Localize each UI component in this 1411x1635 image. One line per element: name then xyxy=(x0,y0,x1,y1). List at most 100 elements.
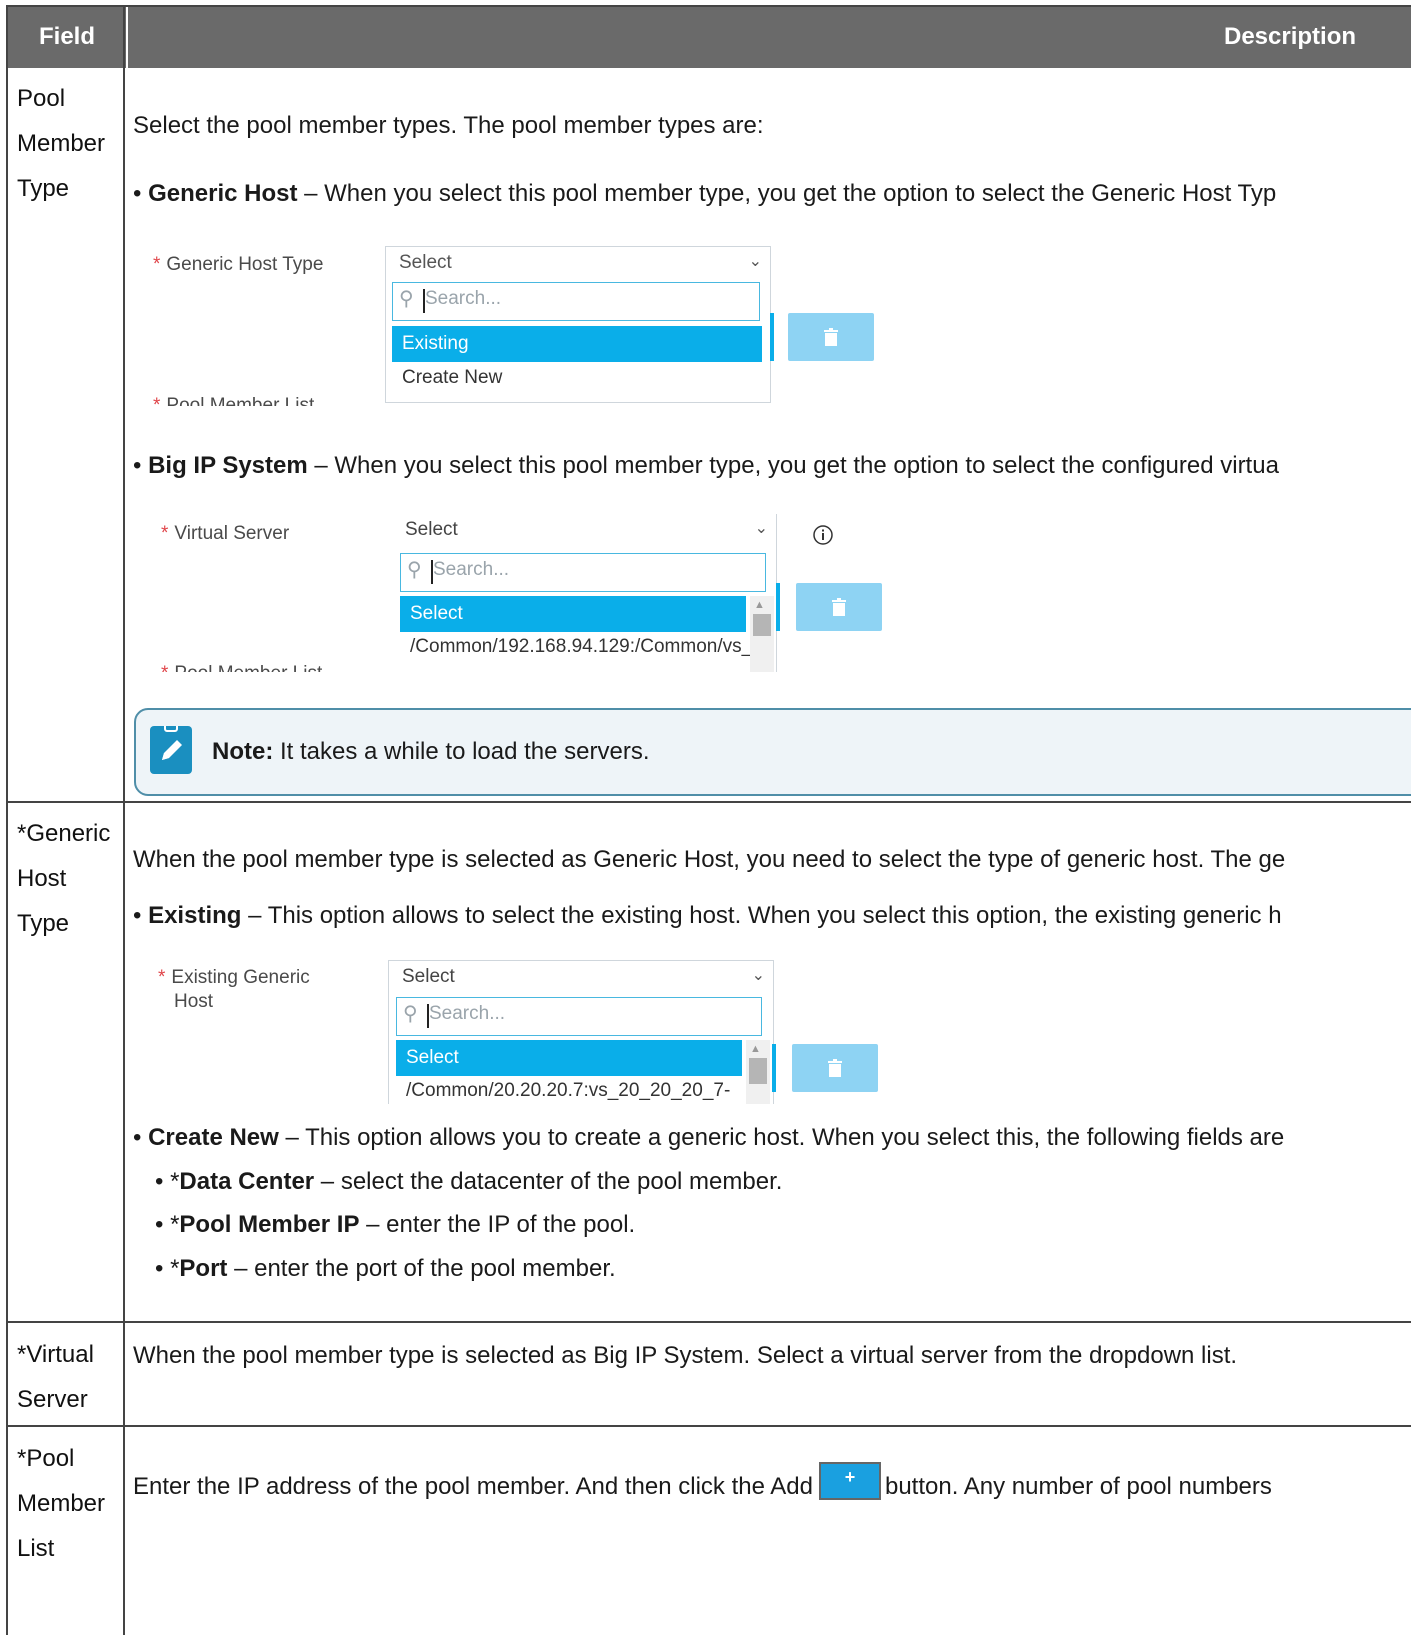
dropdown-option-existing[interactable]: Existing xyxy=(392,326,762,362)
trash-icon xyxy=(832,598,846,616)
field-line: Type xyxy=(17,175,70,202)
pool-member-list-label-cut: *Pool Member List xyxy=(161,662,322,672)
generic-host-type-label: * Generic Host Type xyxy=(153,254,324,275)
field-line: *Virtual xyxy=(17,1341,94,1368)
bullet-term: Existing xyxy=(148,902,242,929)
bullet-create-new: • Create New – This option allows you to… xyxy=(133,1124,1285,1151)
note-box: Note: It takes a while to load the serve… xyxy=(134,708,1411,796)
field-description-table: Field Description Pool Member Type Selec… xyxy=(0,0,1411,1635)
bullet-text: – select the datacenter of the pool memb… xyxy=(314,1168,783,1195)
search-icon: ⚲ xyxy=(403,1003,418,1025)
table-column-divider xyxy=(123,6,125,1635)
bullet-term: Generic Host xyxy=(148,180,298,207)
dropdown-option-select[interactable]: Select xyxy=(400,596,746,632)
plus-icon: + xyxy=(844,1467,856,1487)
add-button[interactable]: + xyxy=(818,1462,881,1500)
note-text: Note: It takes a while to load the serve… xyxy=(212,738,650,766)
scroll-up-arrow-icon[interactable]: ▲ xyxy=(750,1043,761,1055)
field-virtual-server: *Virtual Server xyxy=(17,1332,94,1422)
search-placeholder: Search... xyxy=(425,288,502,309)
field-pool-member-list: *Pool Member List xyxy=(17,1436,105,1571)
header-description: Description xyxy=(128,6,1411,68)
dropdown-value: Select xyxy=(399,252,452,273)
bullet-term: Pool Member IP xyxy=(179,1211,360,1238)
row2-intro: When the pool member type is selected as… xyxy=(133,846,1286,873)
button-edge xyxy=(776,583,780,631)
row3-text: When the pool member type is selected as… xyxy=(133,1342,1238,1369)
label-text: Generic Host Type xyxy=(166,254,324,275)
virtual-server-screenshot: *Virtual Server *Pool Member List Select… xyxy=(148,512,908,672)
row-divider xyxy=(6,1425,1411,1427)
search-input[interactable]: ⚲ Search... xyxy=(396,997,762,1036)
virtual-server-label: * Virtual Server xyxy=(161,523,290,544)
scroll-thumb[interactable] xyxy=(753,614,771,636)
field-line: Host xyxy=(17,865,67,892)
bullet-big-ip-system: • Big IP System – When you select this p… xyxy=(133,452,1279,479)
scroll-thumb[interactable] xyxy=(749,1058,767,1084)
label-text: Pool Member List xyxy=(166,395,315,406)
label-text: Existing Generic xyxy=(171,967,310,988)
bullet-text: – enter the port of the pool member. xyxy=(227,1255,616,1282)
field-line: Pool xyxy=(17,85,66,112)
trash-icon xyxy=(828,1059,842,1077)
row-divider xyxy=(6,801,1411,803)
delete-button[interactable] xyxy=(796,583,882,631)
row1-intro: Select the pool member types. The pool m… xyxy=(133,112,764,139)
bullet-term: Data Center xyxy=(179,1168,315,1195)
bullet-text: – enter the IP of the pool. xyxy=(359,1211,636,1238)
button-edge xyxy=(770,313,774,361)
bullet-text: – This option allows to select the exist… xyxy=(241,902,1282,929)
scroll-up-arrow-icon[interactable]: ▲ xyxy=(754,599,765,611)
note-label: Note: xyxy=(212,738,274,765)
dropdown-option-virtual-server[interactable]: /Common/192.168.94.129:/Common/vs_s xyxy=(400,629,750,665)
dropdown-value: Select xyxy=(402,966,455,987)
dropdown-scrollbar[interactable]: ▲ xyxy=(746,1040,770,1104)
existing-generic-host-screenshot: * Existing Generic Host Select ⌄ ⚲ Search.… xyxy=(148,958,908,1104)
field-line: *Pool xyxy=(17,1445,75,1472)
dropdown-option-create-new[interactable]: Create New xyxy=(392,360,502,396)
trash-icon xyxy=(824,328,838,346)
info-icon[interactable] xyxy=(812,524,834,546)
delete-button[interactable] xyxy=(792,1044,878,1092)
dropdown-option-select[interactable]: Select xyxy=(396,1040,742,1076)
pool-member-list-label-cut: *Pool Member List xyxy=(153,394,314,406)
button-edge xyxy=(772,1044,776,1092)
existing-generic-host-label: * Existing Generic Host xyxy=(158,967,310,1012)
label-text: Virtual Server xyxy=(174,523,290,544)
field-line: *Generic xyxy=(17,820,111,847)
note-body: It takes a while to load the servers. xyxy=(273,738,650,765)
bullet-generic-host: • Generic Host – When you select this po… xyxy=(133,180,1277,207)
bullet-term: Big IP System xyxy=(148,452,308,479)
text-before: Enter the IP address of the pool member.… xyxy=(133,1473,813,1500)
header-field: Field xyxy=(8,6,126,68)
chevron-down-icon: ⌄ xyxy=(748,253,762,270)
sub-bullet-port: • *Port – enter the port of the pool mem… xyxy=(155,1255,616,1282)
label-text: Pool Member List xyxy=(174,663,322,672)
generic-host-type-screenshot: * Generic Host Type * Pool Member List Sel… xyxy=(140,240,900,406)
field-generic-host-type: *Generic Host Type xyxy=(17,811,110,946)
bullet-existing: • Existing – This option allows to selec… xyxy=(133,902,1282,929)
field-line: List xyxy=(17,1535,55,1562)
chevron-down-icon: ⌄ xyxy=(754,520,768,537)
text-after: button. Any number of pool numbers xyxy=(884,1473,1272,1500)
row-divider xyxy=(6,1321,1411,1323)
row4-text: Enter the IP address of the pool member.… xyxy=(133,1462,1272,1501)
bullet-term: Create New xyxy=(148,1124,279,1151)
search-input[interactable]: ⚲ Search... xyxy=(392,282,760,321)
dropdown-value: Select xyxy=(405,519,458,540)
search-placeholder: Search... xyxy=(429,1003,506,1024)
search-icon: ⚲ xyxy=(399,288,414,310)
sub-bullet-pool-member-ip: • *Pool Member IP – enter the IP of the … xyxy=(155,1211,636,1238)
delete-button[interactable] xyxy=(788,313,874,361)
header-field-label: Field xyxy=(38,23,95,50)
pencil-note-icon xyxy=(150,723,192,774)
dropdown-scrollbar[interactable]: ▲ xyxy=(750,596,774,672)
search-input[interactable]: ⚲ Search... xyxy=(400,553,766,592)
dropdown-option-generic-host[interactable]: /Common/20.20.20.7:vs_20_20_20_7- xyxy=(396,1073,730,1104)
sub-bullet-data-center: • *Data Center – select the datacenter o… xyxy=(155,1168,783,1195)
bullet-term: Port xyxy=(179,1255,228,1282)
field-line: Server xyxy=(17,1386,88,1413)
search-icon: ⚲ xyxy=(407,559,422,581)
bullet-text: – This option allows you to create a gen… xyxy=(278,1124,1285,1151)
table-border-top xyxy=(6,5,1411,7)
